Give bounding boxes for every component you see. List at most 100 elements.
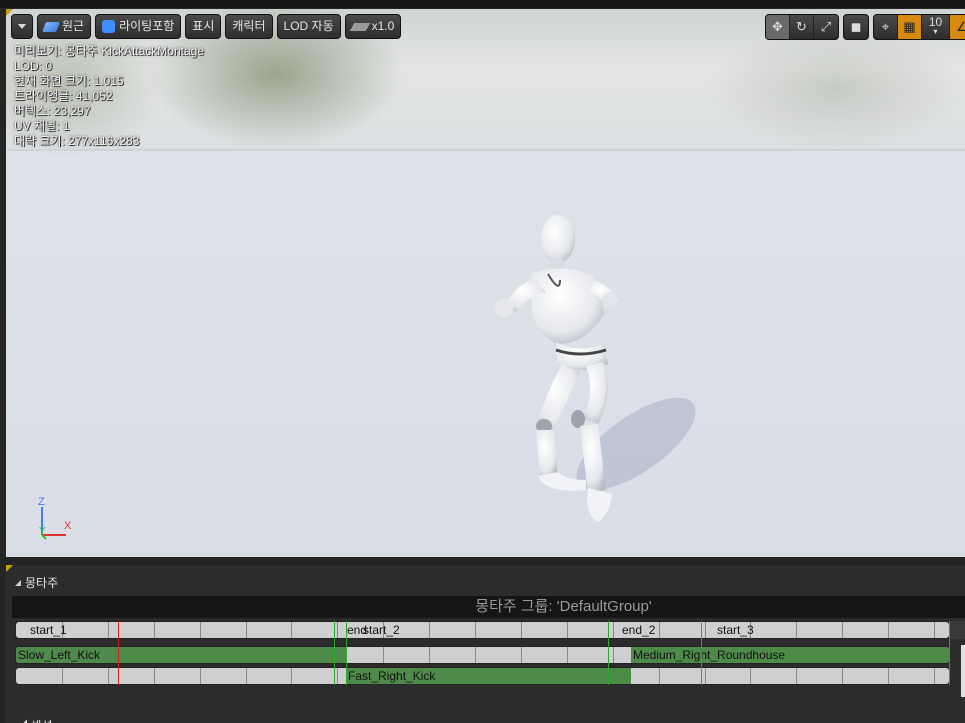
section-start-2[interactable]: start_2 bbox=[363, 622, 400, 638]
mannequin-character[interactable] bbox=[476, 204, 726, 524]
perspective-button[interactable]: 원근 bbox=[37, 14, 92, 39]
rotate-icon[interactable]: ↻ bbox=[790, 15, 814, 39]
stat-screen-size: 현재 화면 크기: 1.015 bbox=[14, 74, 124, 88]
preview-viewport[interactable]: 원근 라이팅포함 표시 캐릭터 LOD 자동 x1.0 ✥ ↻ ⤢ ◼ ⌖ ▦ … bbox=[6, 9, 965, 557]
timeline-grid-line bbox=[934, 668, 935, 684]
stat-vertices: 버텍스: 23,297 bbox=[14, 104, 91, 118]
top-strip bbox=[0, 0, 965, 8]
transform-toolbar: ✥ ↻ ⤢ ◼ ⌖ ▦ 10 ▾ ∠ bbox=[761, 14, 965, 40]
scale-icon[interactable]: ⤢ bbox=[814, 15, 838, 39]
section-marker-start-3[interactable] bbox=[701, 621, 702, 685]
chevron-down-icon: ▾ bbox=[933, 27, 938, 36]
montage-group-header: 몽타주 그룹: 'DefaultGroup' bbox=[12, 596, 965, 618]
surface-snap-icon[interactable]: ⌖ bbox=[874, 15, 898, 39]
timeline-grid-line bbox=[934, 622, 935, 638]
timeline-grid-line bbox=[107, 622, 109, 638]
show-label: 표시 bbox=[192, 19, 215, 33]
timeline-grid-line bbox=[291, 622, 293, 638]
timeline-grid-line bbox=[337, 622, 339, 638]
timeline-grid-line bbox=[245, 622, 247, 638]
chevron-down-icon bbox=[18, 24, 26, 29]
lod-button[interactable]: LOD 자동 bbox=[276, 14, 341, 39]
timeline-grid-line bbox=[796, 622, 798, 638]
timeline-grid-line bbox=[291, 668, 293, 684]
stat-lod: LOD: 0 bbox=[14, 59, 53, 73]
timeline-grid-line bbox=[842, 668, 844, 684]
timeline-grid-line bbox=[888, 668, 890, 684]
collapse-arrow-icon bbox=[15, 579, 21, 586]
lighting-label: 라이팅포함 bbox=[119, 19, 175, 33]
timeline-grid-line bbox=[475, 647, 476, 663]
timeline-grid-line bbox=[612, 622, 614, 638]
axis-y-label: Y bbox=[39, 526, 46, 537]
timeline-grid-line bbox=[383, 647, 385, 663]
section-end-2[interactable]: end_2 bbox=[622, 622, 655, 638]
axis-z-label: Z bbox=[38, 496, 45, 508]
timeline-grid-line bbox=[153, 668, 155, 684]
timeline-grid-line bbox=[566, 622, 568, 638]
sections-panel-label: 섹션 bbox=[30, 719, 52, 723]
timeline-grid-line bbox=[704, 668, 706, 684]
timeline-grid-line bbox=[199, 668, 201, 684]
snap-group: ⌖ ▦ 10 ▾ ∠ bbox=[873, 14, 965, 40]
montage-panel-header[interactable]: 몽타주 bbox=[15, 574, 58, 591]
timeline-grid-line bbox=[658, 668, 660, 684]
sections-track[interactable]: start_1 end start_2 end_2 start_3 bbox=[15, 621, 950, 639]
panel-corner-marker bbox=[6, 565, 13, 572]
lighting-button[interactable]: 라이팅포함 bbox=[95, 14, 182, 39]
section-start-3[interactable]: start_3 bbox=[717, 622, 754, 638]
viewport-toolbar: 원근 라이팅포함 표시 캐릭터 LOD 자동 x1.0 bbox=[11, 14, 402, 40]
slot-segment-fast-right-kick[interactable]: Fast_Right_Kick bbox=[346, 668, 631, 684]
timeline-grid-line bbox=[796, 668, 798, 684]
character-label: 캐릭터 bbox=[232, 19, 266, 33]
character-button[interactable]: 캐릭터 bbox=[225, 14, 273, 39]
section-marker-end-2[interactable] bbox=[608, 621, 609, 685]
translate-icon[interactable]: ✥ bbox=[766, 15, 790, 39]
timeline-grid-line bbox=[61, 668, 63, 684]
montage-panel: 몽타주 몽타주 그룹: 'DefaultGroup' start_1 end s… bbox=[6, 565, 965, 723]
slot-segment-slow-left-kick[interactable]: Slow_Left_Kick bbox=[16, 647, 346, 663]
slot-segment-medium-right-roundhouse[interactable]: Medium_Right_Roundhouse bbox=[631, 647, 949, 663]
collapse-arrow-icon: ◢ bbox=[15, 719, 30, 723]
timeline-grid-line bbox=[520, 647, 522, 663]
vertical-scrollbar[interactable] bbox=[961, 645, 965, 697]
timeline-grid-line bbox=[566, 647, 568, 663]
axis-x-label: X bbox=[64, 520, 72, 532]
playback-speed-button[interactable]: x1.0 bbox=[344, 14, 402, 39]
timeline-grid-line bbox=[429, 622, 431, 638]
montage-panel-title: 몽타주 bbox=[25, 576, 59, 590]
timeline-grid-line bbox=[750, 668, 752, 684]
grid-snap-icon[interactable]: ▦ bbox=[898, 15, 922, 39]
section-marker-start-2[interactable] bbox=[346, 621, 347, 685]
montage-end-marker[interactable] bbox=[949, 621, 950, 685]
timeline-grid-line bbox=[612, 647, 614, 663]
section-start-1[interactable]: start_1 bbox=[30, 622, 67, 638]
section-marker-end[interactable] bbox=[334, 621, 335, 685]
grid-snap-value[interactable]: 10 ▾ bbox=[922, 15, 950, 39]
stat-approx-size: 대략 크기: 277x116x283 bbox=[14, 134, 140, 148]
timeline-grid-line bbox=[199, 622, 201, 638]
track-end-cap bbox=[950, 621, 965, 639]
stat-triangles: 트라이앵글: 41,052 bbox=[14, 89, 113, 103]
lod-label: LOD 자동 bbox=[283, 19, 334, 33]
timeline-grid-line bbox=[520, 622, 522, 638]
show-button[interactable]: 표시 bbox=[185, 14, 222, 39]
timeline-grid-line bbox=[107, 668, 109, 684]
preview-stats: 미리보기: 몽타주 KickAttackMontage LOD: 0 현재 화면… bbox=[14, 44, 204, 149]
stat-uv-channels: UV 채널: 1 bbox=[14, 119, 70, 133]
playhead-marker[interactable] bbox=[118, 621, 119, 685]
timeline-grid-line bbox=[245, 668, 247, 684]
coord-space-group: ◼ bbox=[843, 14, 869, 40]
sections-panel-title: ◢ 섹션 bbox=[15, 717, 52, 723]
viewport-menu-button[interactable] bbox=[11, 14, 33, 39]
timeline-grid-line bbox=[337, 668, 339, 684]
slot-track-row-2[interactable]: Fast_Right_Kick bbox=[15, 667, 950, 685]
world-local-icon[interactable]: ◼ bbox=[844, 15, 868, 39]
rotate-snap-icon[interactable]: ∠ bbox=[950, 15, 965, 39]
background-building bbox=[706, 29, 965, 149]
timeline-grid-line bbox=[842, 622, 844, 638]
slot-track-row-1[interactable]: Slow_Left_Kick Medium_Right_Roundhouse bbox=[15, 646, 950, 664]
speed-label: x1.0 bbox=[371, 19, 395, 33]
grid-snap-number: 10 bbox=[928, 15, 943, 29]
persona-editor: 원근 라이팅포함 표시 캐릭터 LOD 자동 x1.0 ✥ ↻ ⤢ ◼ ⌖ ▦ … bbox=[0, 0, 965, 723]
